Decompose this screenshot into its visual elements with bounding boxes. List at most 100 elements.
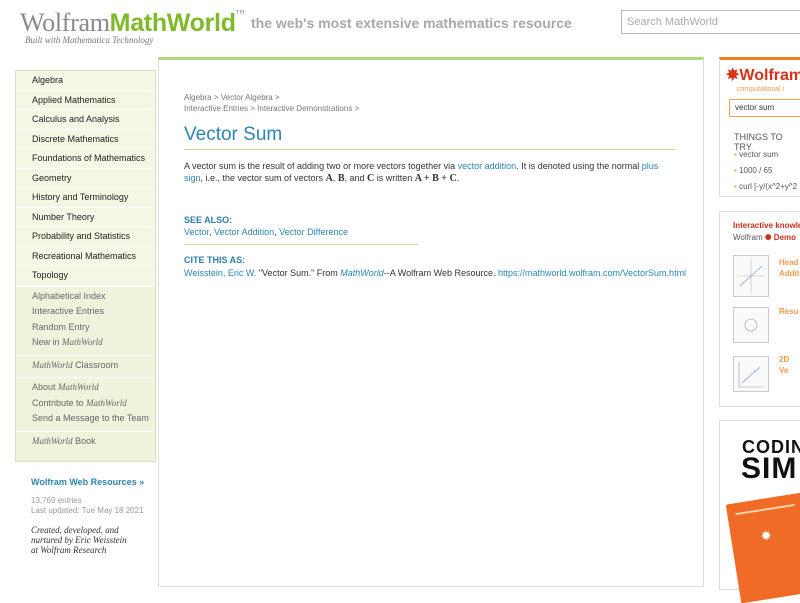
definition-text: . It is denoted using the normal (516, 161, 642, 171)
sidebar-topic[interactable]: History and Terminology (16, 188, 155, 208)
try-item[interactable]: ▪ vector sum (734, 150, 778, 159)
sidebar-topic[interactable]: Number Theory (16, 207, 155, 227)
sidebar-topic[interactable]: Discrete Mathematics (16, 129, 155, 149)
interactive-knowledge-heading: Interactive knowle (733, 221, 800, 230)
credit-line: Created, developed, and (31, 525, 119, 535)
sidebar-topic[interactable]: Calculus and Analysis (16, 110, 155, 130)
breadcrumb-interactive-entries[interactable]: Interactive Entries (184, 104, 248, 113)
demo-thumbnail[interactable] (733, 356, 769, 392)
try-item-text: curl [-y/(x^2+y^2 (739, 182, 798, 191)
try-item[interactable]: ▪ curl [-y/(x^2+y^2 (734, 182, 797, 191)
sidebar-link-alphabetical-index[interactable]: Alphabetical Index (32, 290, 155, 306)
breadcrumb-line: Interactive Entries > Interactive Demons… (184, 103, 359, 114)
definition-paragraph: A vector sum is the result of adding two… (184, 160, 674, 185)
breadcrumb-separator: > (275, 93, 280, 102)
cite-url-link[interactable]: https://mathworld.wolfram.com/VectorSum.… (498, 268, 686, 278)
sidebar-classroom-group: MathWorld Classroom (16, 354, 155, 377)
topics-sidebar: Algebra Applied Mathematics Calculus and… (15, 70, 156, 462)
sidebar-topic[interactable]: Probability and Statistics (16, 227, 155, 247)
demos-text: Demo (773, 233, 797, 242)
try-item-text: 1000 / 65 (739, 166, 773, 175)
breadcrumb-line: Algebra > Vector Algebra > (184, 92, 359, 103)
definition-text: , and (344, 173, 368, 183)
logo-mathworld-text: MathWorld (109, 9, 236, 37)
see-also-heading: SEE ALSO: (184, 215, 233, 225)
sidebar-link-book[interactable]: MathWorld Book (32, 435, 155, 451)
sidebar-book-group: MathWorld Book (16, 430, 155, 453)
math-vector-sum: A + B + C (414, 173, 457, 184)
search-input[interactable]: Search MathWorld (621, 10, 800, 34)
breadcrumb: Algebra > Vector Algebra > Interactive E… (184, 92, 359, 114)
sidebar-topic[interactable]: Applied Mathematics (16, 90, 155, 110)
sidebar-link-new-in-mathworld[interactable]: New in MathWorld (32, 336, 155, 352)
demo-title-line: Addit (779, 269, 800, 278)
wolfram-demonstrations-logo[interactable]: Wolfram ✺ Demo (733, 233, 796, 242)
cite-heading: CITE THIS AS: (184, 255, 246, 265)
sidebar-topic[interactable]: Geometry (16, 168, 155, 188)
definition-text: A vector sum is the result of adding two… (184, 161, 458, 171)
see-also-link-vector-addition[interactable]: Vector Addition (214, 227, 274, 237)
try-item[interactable]: ▪ 1000 / 65 (734, 166, 772, 175)
book-stripe (735, 503, 795, 516)
book-logo-icon: ✸ (760, 528, 773, 544)
site-header: WolframMathWorld™ Built with Mathematica… (0, 0, 800, 60)
see-also-link-vector-difference[interactable]: Vector Difference (279, 227, 348, 237)
demo-thumbnail[interactable] (733, 255, 769, 297)
demo-title[interactable]: Head Addit (779, 257, 799, 279)
sidebar-topic[interactable]: Algebra (16, 71, 155, 91)
see-also-link-vector[interactable]: Vector (184, 227, 209, 237)
page-title: Vector Sum (184, 124, 283, 145)
built-with-text: Built with Mathematica Technology (25, 35, 154, 45)
wolfram-alpha-logo-text: Wolfram (739, 67, 800, 84)
sidebar-link-contribute[interactable]: Contribute to MathWorld (32, 397, 155, 413)
ad-headline-large: SIM (741, 452, 798, 485)
demo-title[interactable]: Resu (779, 306, 799, 317)
mathworld-text: MathWorld (62, 337, 103, 347)
sidebar-topic[interactable]: Topology (16, 266, 155, 286)
mathworld-text: MathWorld (32, 435, 73, 446)
try-item-text: vector sum (739, 150, 779, 159)
site-stats: 13,769 entries Last updated: Tue May 18 … (31, 496, 144, 516)
sidebar-topic[interactable]: Foundations of Mathematics (16, 149, 155, 169)
vector-addition-link[interactable]: vector addition (458, 161, 517, 171)
sidebar-link-send-message[interactable]: Send a Message to the Team (32, 412, 155, 428)
classroom-text: Classroom (72, 359, 119, 370)
vector-plot-icon (737, 259, 765, 293)
sidebar-link-about[interactable]: About MathWorld (32, 381, 155, 397)
sidebar-link-interactive-entries[interactable]: Interactive Entries (32, 305, 155, 321)
wolfram-web-resources-link[interactable]: Wolfram Web Resources » (31, 477, 144, 487)
mathworld-text: MathWorld (58, 382, 99, 392)
sidebar-link-classroom[interactable]: MathWorld Classroom (32, 359, 155, 375)
cite-mathworld-link[interactable]: MathWorld (340, 268, 384, 278)
last-updated: Last updated: Tue May 18 2021 (31, 506, 144, 515)
logo-trademark: ™ (235, 8, 245, 18)
new-in-text: New in (32, 337, 63, 347)
book-text: Book (72, 435, 96, 446)
demo-title[interactable]: 2D Ve (779, 354, 800, 376)
citation: Weisstein, Eric W. "Vector Sum." From Ma… (184, 268, 686, 278)
sidebar-link-random-entry[interactable]: Random Entry (32, 321, 155, 337)
credit-line: nurtured by Eric Weisstein (31, 535, 127, 545)
cite-resource: --A Wolfram Web Resource. (383, 268, 498, 278)
cite-author-link[interactable]: Weisstein, Eric W. (184, 268, 256, 278)
site-credit: Created, developed, and nurtured by Eric… (31, 525, 127, 555)
cite-title: "Vector Sum." From (256, 268, 341, 278)
things-to-try-heading: THINGS TO TRY (734, 132, 783, 152)
breadcrumb-interactive-demonstrations[interactable]: Interactive Demonstrations (257, 104, 352, 113)
wolfram-alpha-logo[interactable]: ✸Wolfram (726, 65, 800, 85)
demo-thumbnail[interactable] (733, 307, 769, 343)
entry-count: 13,769 entries (31, 496, 82, 505)
breadcrumb-separator: > (250, 104, 255, 113)
mathworld-logo[interactable]: WolframMathWorld™ (20, 8, 244, 38)
mathworld-text: MathWorld (32, 359, 73, 370)
see-also-divider (184, 244, 418, 245)
wolfram-alpha-query-input[interactable]: vector sum (729, 99, 800, 117)
breadcrumb-algebra[interactable]: Algebra (184, 93, 212, 102)
sidebar-topic[interactable]: Recreational Mathematics (16, 246, 155, 266)
demo-title-line: Head (779, 258, 799, 267)
breadcrumb-vector-algebra[interactable]: Vector Algebra (221, 93, 273, 102)
circle-plot-icon (744, 318, 758, 332)
title-divider (184, 149, 676, 150)
definition-text: is written (374, 173, 415, 183)
logo-wolfram-text: Wolfram (20, 8, 110, 37)
